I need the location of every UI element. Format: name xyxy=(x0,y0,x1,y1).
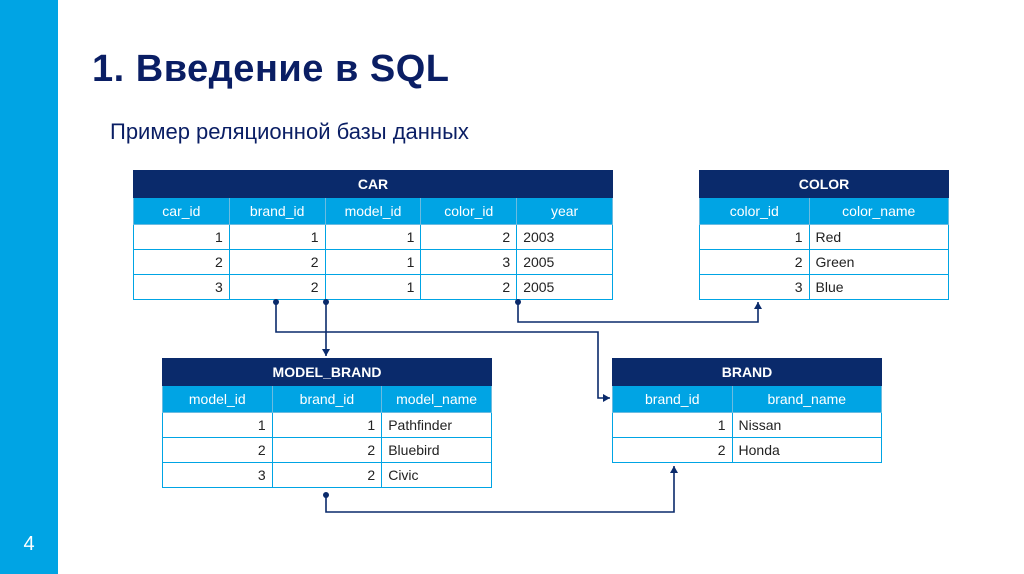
cell: 2 xyxy=(700,250,810,275)
col-header: year xyxy=(517,198,613,225)
page-number: 4 xyxy=(0,533,58,556)
cell: 2 xyxy=(163,438,273,463)
cell: 2 xyxy=(134,250,230,275)
cell: 2 xyxy=(229,275,325,300)
col-header: model_name xyxy=(382,386,492,413)
table-row: 1 1 Pathfinder xyxy=(163,413,492,438)
table-row: 2 2 1 3 2005 xyxy=(134,250,613,275)
table-car-title: CAR xyxy=(134,171,613,198)
cell: 1 xyxy=(325,250,421,275)
table-model-brand-title: MODEL_BRAND xyxy=(163,359,492,386)
table-row: 3 2 1 2 2005 xyxy=(134,275,613,300)
diagram-canvas: CAR car_id brand_id model_id color_id ye… xyxy=(58,0,1024,574)
slide-sidebar: 4 xyxy=(0,0,58,574)
col-header: color_id xyxy=(700,198,810,225)
cell: 3 xyxy=(700,275,810,300)
cell: 2 xyxy=(421,225,517,250)
cell: 2 xyxy=(421,275,517,300)
table-row: 3 Blue xyxy=(700,275,949,300)
col-header: car_id xyxy=(134,198,230,225)
cell: Civic xyxy=(382,463,492,488)
cell: 1 xyxy=(272,413,382,438)
table-car: CAR car_id brand_id model_id color_id ye… xyxy=(133,170,613,300)
cell: Blue xyxy=(809,275,948,300)
cell: 1 xyxy=(613,413,733,438)
slide-content: 1. Введение в SQL Пример реляционной баз… xyxy=(58,0,1024,574)
col-header: brand_id xyxy=(272,386,382,413)
table-row: 2 2 Bluebird xyxy=(163,438,492,463)
cell: Pathfinder xyxy=(382,413,492,438)
cell: Nissan xyxy=(732,413,881,438)
cell: Red xyxy=(809,225,948,250)
cell: 3 xyxy=(421,250,517,275)
table-brand: BRAND brand_id brand_name 1 Nissan 2 Hon… xyxy=(612,358,882,463)
col-header: model_id xyxy=(325,198,421,225)
table-model-brand: MODEL_BRAND model_id brand_id model_name… xyxy=(162,358,492,488)
col-header: brand_id xyxy=(229,198,325,225)
table-row: 1 Nissan xyxy=(613,413,882,438)
cell: 1 xyxy=(325,275,421,300)
cell: 2003 xyxy=(517,225,613,250)
col-header: model_id xyxy=(163,386,273,413)
cell: 2 xyxy=(613,438,733,463)
table-row: 2 Honda xyxy=(613,438,882,463)
cell: 1 xyxy=(700,225,810,250)
cell: 3 xyxy=(163,463,273,488)
cell: Green xyxy=(809,250,948,275)
cell: 1 xyxy=(229,225,325,250)
cell: 2005 xyxy=(517,275,613,300)
cell: 1 xyxy=(163,413,273,438)
col-header: brand_name xyxy=(732,386,881,413)
cell: 1 xyxy=(325,225,421,250)
cell: 3 xyxy=(134,275,230,300)
col-header: color_name xyxy=(809,198,948,225)
cell: 1 xyxy=(134,225,230,250)
col-header: color_id xyxy=(421,198,517,225)
cell: Bluebird xyxy=(382,438,492,463)
cell: 2 xyxy=(272,463,382,488)
table-color-title: COLOR xyxy=(700,171,949,198)
table-row: 1 Red xyxy=(700,225,949,250)
cell: 2005 xyxy=(517,250,613,275)
cell: Honda xyxy=(732,438,881,463)
table-row: 2 Green xyxy=(700,250,949,275)
table-row: 1 1 1 2 2003 xyxy=(134,225,613,250)
table-color: COLOR color_id color_name 1 Red 2 Green … xyxy=(699,170,949,300)
col-header: brand_id xyxy=(613,386,733,413)
cell: 2 xyxy=(229,250,325,275)
table-row: 3 2 Civic xyxy=(163,463,492,488)
table-brand-title: BRAND xyxy=(613,359,882,386)
cell: 2 xyxy=(272,438,382,463)
